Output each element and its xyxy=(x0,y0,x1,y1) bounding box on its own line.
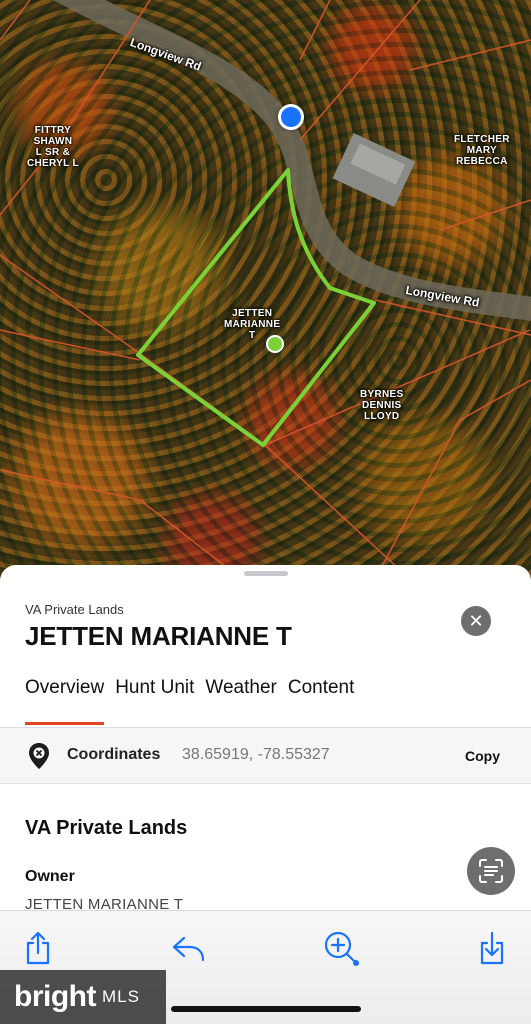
parcel-boundaries xyxy=(0,0,531,571)
home-indicator[interactable] xyxy=(171,1006,361,1012)
owner-label-byrnes: BYRNES DENNIS LLOYD xyxy=(360,389,404,422)
close-icon: ✕ xyxy=(468,611,484,631)
owner-value: JETTEN MARIANNE T xyxy=(25,896,184,910)
copy-coordinates-button[interactable]: Copy xyxy=(465,748,500,764)
parcel-detail-sheet: VA Private Lands JETTEN MARIANNE T ✕ Ove… xyxy=(0,565,531,910)
tab-overview[interactable]: Overview xyxy=(25,677,105,725)
sheet-subtitle: VA Private Lands xyxy=(25,602,124,617)
location-pin-icon xyxy=(29,743,49,769)
share-icon[interactable] xyxy=(24,931,52,965)
satellite-map[interactable]: Longview Rd Longview Rd FITTRY SHAWN L S… xyxy=(0,0,531,600)
scan-text-button[interactable] xyxy=(467,847,515,895)
watermark-suffix: MLS xyxy=(101,987,140,1006)
current-location-marker[interactable] xyxy=(278,104,304,130)
parcel-center-marker[interactable] xyxy=(266,335,284,353)
coordinates-row: Coordinates 38.65919, -78.55327 Copy xyxy=(0,728,531,784)
section-title: VA Private Lands xyxy=(25,817,188,839)
parcel-title: JETTEN MARIANNE T xyxy=(25,621,292,651)
coordinates-value: 38.65919, -78.55327 xyxy=(182,746,330,763)
watermark-brand: bright xyxy=(14,980,96,1013)
owner-label-fittry: FITTRY SHAWN L SR & CHERYL L xyxy=(27,125,79,169)
reply-icon[interactable] xyxy=(172,935,206,963)
owner-label: Owner xyxy=(25,868,75,885)
close-button[interactable]: ✕ xyxy=(461,606,491,636)
tab-content[interactable]: Content xyxy=(288,677,355,725)
owner-label-fletcher: FLETCHER MARY REBECCA xyxy=(454,134,510,167)
tab-weather[interactable]: Weather xyxy=(205,677,276,725)
bright-mls-watermark: bright MLS xyxy=(0,970,166,1024)
tab-bar: Overview Hunt Unit Weather Content xyxy=(25,677,354,725)
sheet-grabber[interactable] xyxy=(244,571,288,576)
house xyxy=(332,132,416,208)
download-icon[interactable] xyxy=(478,931,506,965)
tab-hunt-unit[interactable]: Hunt Unit xyxy=(115,677,194,725)
scan-text-icon xyxy=(479,859,503,883)
coordinates-label: Coordinates xyxy=(67,746,161,763)
zoom-in-icon[interactable] xyxy=(322,929,362,969)
